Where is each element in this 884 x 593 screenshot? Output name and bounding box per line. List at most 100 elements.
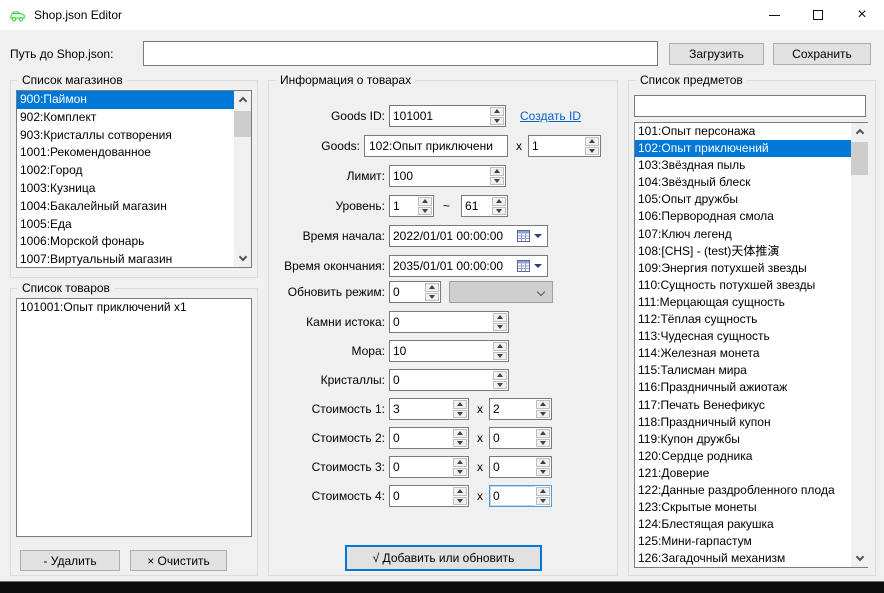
list-item[interactable]: 108:[CHS] - (test)天体推演	[635, 243, 867, 260]
cost4-count-spinner[interactable]: 0	[489, 485, 552, 507]
crystals-spinner[interactable]: 0	[389, 369, 509, 391]
spin-up-button[interactable]	[418, 197, 432, 206]
list-item[interactable]: 101001:Опыт приключений x1	[17, 299, 251, 317]
cost2-id-spinner[interactable]: 0	[389, 427, 469, 449]
spin-down-button[interactable]	[536, 497, 550, 506]
list-item[interactable]: 117:Печать Венефикус	[635, 397, 867, 414]
list-item[interactable]: 113:Чудесная сущность	[635, 328, 867, 345]
list-item[interactable]: 1006:Морской фонарь	[17, 233, 251, 251]
cost3-count-value[interactable]: 0	[490, 457, 535, 477]
list-item[interactable]: 110:Сущность потухшей звезды	[635, 277, 867, 294]
list-item[interactable]: 900:Паймон	[17, 91, 251, 109]
cost2-count-value[interactable]: 0	[490, 428, 535, 448]
spin-down-button[interactable]	[492, 207, 506, 216]
maximize-button[interactable]	[796, 0, 840, 30]
list-item[interactable]: 1001:Рекомендованное	[17, 144, 251, 162]
load-button[interactable]: Загрузить	[669, 43, 764, 65]
goods-input[interactable]	[364, 135, 508, 157]
list-item[interactable]: 114:Железная монета	[635, 345, 867, 362]
cost2-count-spinner[interactable]: 0	[489, 427, 552, 449]
spin-down-button[interactable]	[490, 117, 504, 126]
list-item[interactable]: 122:Данные раздробленного плода	[635, 482, 867, 499]
save-button[interactable]: Сохранить	[773, 43, 871, 65]
delete-button[interactable]: - Удалить	[20, 550, 120, 571]
level-min-spinner[interactable]: 1	[389, 195, 434, 217]
spin-up-button[interactable]	[585, 137, 599, 146]
begin-time-picker[interactable]: 2022/01/01 00:00:00	[389, 225, 548, 247]
scroll-up-button[interactable]	[851, 123, 868, 140]
list-item[interactable]: 1005:Еда	[17, 216, 251, 234]
scroll-down-button[interactable]	[234, 250, 251, 267]
list-item[interactable]: 1002:Город	[17, 162, 251, 180]
cost4-id-spinner[interactable]: 0	[389, 485, 469, 507]
spin-down-button[interactable]	[493, 381, 507, 390]
close-button[interactable]: ×	[840, 0, 884, 30]
spin-up-button[interactable]	[453, 458, 467, 467]
spin-up-button[interactable]	[493, 313, 507, 322]
spin-up-button[interactable]	[425, 283, 439, 292]
refresh-mode-spinner[interactable]: 0	[389, 281, 441, 303]
list-item[interactable]: 112:Тёплая сущность	[635, 311, 867, 328]
cost2-value[interactable]: 0	[390, 428, 452, 448]
begin-time-value[interactable]: 2022/01/01 00:00:00	[393, 229, 513, 243]
list-item[interactable]: 102:Опыт приключений	[635, 140, 867, 157]
shops-listbox[interactable]: 900:Паймон902:Комплект903:Кристаллы сотв…	[16, 90, 252, 268]
list-item[interactable]: 109:Энергия потухшей звезды	[635, 260, 867, 277]
clear-button[interactable]: × Очистить	[130, 550, 227, 571]
spin-up-button[interactable]	[493, 371, 507, 380]
list-item[interactable]: 107:Ключ легенд	[635, 226, 867, 243]
minimize-button[interactable]	[752, 0, 796, 30]
item-search-input[interactable]	[634, 95, 866, 117]
spin-down-button[interactable]	[536, 468, 550, 477]
primogems-spinner[interactable]: 0	[389, 311, 509, 333]
list-item[interactable]: 101:Опыт персонажа	[635, 123, 867, 140]
spin-up-button[interactable]	[453, 400, 467, 409]
goods-count-value[interactable]: 1	[529, 136, 584, 156]
shops-scrollbar[interactable]	[234, 91, 251, 267]
items-scrollbar[interactable]	[851, 123, 868, 567]
cost1-value[interactable]: 3	[390, 399, 452, 419]
add-or-update-button[interactable]: √ Добавить или обновить	[345, 545, 542, 571]
list-item[interactable]: 120:Сердце родника	[635, 448, 867, 465]
cost4-count-value[interactable]: 0	[490, 486, 535, 506]
crystals-value[interactable]: 0	[390, 370, 492, 390]
dropdown-arrow-icon[interactable]	[534, 234, 542, 238]
spin-up-button[interactable]	[536, 458, 550, 467]
spin-down-button[interactable]	[453, 468, 467, 477]
goods-id-value[interactable]: 101001	[390, 106, 489, 126]
limit-value[interactable]: 100	[390, 166, 489, 186]
scroll-thumb[interactable]	[234, 111, 251, 137]
spin-up-button[interactable]	[536, 487, 550, 496]
refresh-mode-combobox[interactable]	[449, 281, 553, 303]
level-min-value[interactable]: 1	[390, 196, 417, 216]
list-item[interactable]: 126:Загадочный механизм	[635, 550, 867, 567]
end-time-picker[interactable]: 2035/01/01 00:00:00	[389, 255, 548, 277]
spin-down-button[interactable]	[453, 497, 467, 506]
spin-up-button[interactable]	[453, 487, 467, 496]
create-id-link[interactable]: Создать ID	[520, 109, 581, 123]
list-item[interactable]: 105:Опыт дружбы	[635, 191, 867, 208]
mora-spinner[interactable]: 10	[389, 340, 509, 362]
refresh-mode-value[interactable]: 0	[390, 282, 424, 302]
cost3-value[interactable]: 0	[390, 457, 452, 477]
spin-up-button[interactable]	[492, 197, 506, 206]
list-item[interactable]: 116:Праздничный ажиотаж	[635, 379, 867, 396]
cost1-id-spinner[interactable]: 3	[389, 398, 469, 420]
spin-down-button[interactable]	[536, 410, 550, 419]
goods-id-spinner[interactable]: 101001	[389, 105, 506, 127]
primogems-value[interactable]: 0	[390, 312, 492, 332]
spin-down-button[interactable]	[493, 323, 507, 332]
scroll-track[interactable]	[234, 108, 251, 250]
limit-spinner[interactable]: 100	[389, 165, 506, 187]
list-item[interactable]: 903:Кристаллы сотворения	[17, 127, 251, 145]
list-item[interactable]: 119:Купон дружбы	[635, 431, 867, 448]
list-item[interactable]: 103:Звёздная пыль	[635, 157, 867, 174]
spin-down-button[interactable]	[493, 352, 507, 361]
spin-down-button[interactable]	[585, 147, 599, 156]
scroll-track[interactable]	[851, 140, 868, 550]
spin-up-button[interactable]	[453, 429, 467, 438]
cost4-value[interactable]: 0	[390, 486, 452, 506]
spin-up-button[interactable]	[490, 167, 504, 176]
level-max-spinner[interactable]: 61	[461, 195, 508, 217]
spin-down-button[interactable]	[453, 439, 467, 448]
